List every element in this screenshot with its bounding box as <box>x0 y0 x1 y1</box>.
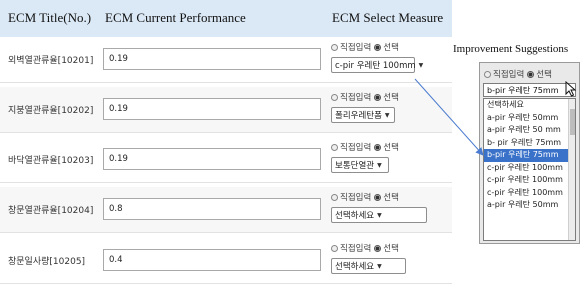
measure-select[interactable]: 폴리우레탄폼 ▼ <box>331 107 395 123</box>
measure-select[interactable]: 선택하세요 ▼ <box>331 258 406 274</box>
popup-radio-group: 직접입력 선택 <box>484 68 552 80</box>
row-divider <box>0 182 452 183</box>
ecm-title: 지붕열관류율[10202] <box>8 106 94 116</box>
dropdown-option[interactable]: 선택하세요 <box>484 99 575 112</box>
measure-select-value: 보통단열관 <box>335 161 375 171</box>
popup-select-box[interactable]: b-pir 우레탄 75mm <box>483 83 576 97</box>
scrollbar-thumb[interactable] <box>570 109 575 135</box>
radio-select-label: 선택 <box>383 193 399 203</box>
improvement-suggestions-title: Improvement Suggestions <box>453 43 569 55</box>
dropdown-option[interactable]: a-pir 우레탄 50mm <box>484 199 575 212</box>
chevron-down-icon: ▼ <box>384 111 390 119</box>
ecm-title: 외벽열관류율[10201] <box>8 56 94 66</box>
measure-radio-group: 직접입력 선택 <box>331 141 399 153</box>
current-performance-input[interactable] <box>103 98 321 120</box>
radio-direct-input[interactable] <box>331 143 338 151</box>
row-divider <box>0 232 452 233</box>
current-performance-input[interactable] <box>103 48 321 70</box>
radio-direct-input-label: 직접입력 <box>340 244 372 254</box>
chevron-down-icon: ▼ <box>377 211 382 219</box>
measure-radio-group: 직접입력 선택 <box>331 242 399 254</box>
header-ecm-select-measure: ECM Select Measure <box>332 10 444 25</box>
radio-select[interactable] <box>527 70 535 78</box>
radio-select[interactable] <box>374 43 382 51</box>
table-row: 창문열관류율[10204] 직접입력 선택 선택하세요 ▼ <box>0 187 452 233</box>
table-row: 외벽열관류율[10201] 직접입력 선택 c-pir 우레탄 100mm ▼ <box>0 37 452 83</box>
measure-radio-group: 직접입력 선택 <box>331 91 399 103</box>
dropdown-option[interactable]: b-pir 우레탄 75mm <box>484 149 575 162</box>
radio-direct-input[interactable] <box>331 193 338 201</box>
header-ecm-current-performance: ECM Current Performance <box>105 10 246 25</box>
measure-select[interactable]: 보통단열관 ▼ <box>331 157 389 173</box>
current-performance-input[interactable] <box>103 198 321 220</box>
table-row: 창문일사량[10205] 직접입력 선택 선택하세요 ▼ <box>0 238 452 284</box>
table-row: 바닥열관류율[10203] 직접입력 선택 보통단열관 ▼ <box>0 137 452 183</box>
measure-select[interactable]: c-pir 우레탄 100mm ▼ <box>331 57 423 73</box>
radio-select[interactable] <box>374 193 382 201</box>
row-divider <box>0 132 452 133</box>
radio-direct-input-label: 직접입력 <box>340 143 372 153</box>
chevron-down-icon: ▼ <box>418 61 424 69</box>
measure-select-value: 선택하세요 <box>335 262 375 272</box>
mouse-cursor-icon <box>565 81 577 97</box>
dropdown-option[interactable]: b- pir 우레탄 75mm <box>484 137 575 150</box>
radio-direct-input-label: 직접입력 <box>340 93 372 103</box>
chevron-down-icon: ▼ <box>377 262 382 270</box>
radio-select-label: 선택 <box>383 143 399 153</box>
radio-select-label: 선택 <box>383 43 399 53</box>
dropdown-option[interactable]: c-pir 우레탄 100mm <box>484 187 575 200</box>
dropdown-option[interactable]: c-pir 우레탄 100mm <box>484 174 575 187</box>
measure-radio-group: 직접입력 선택 <box>331 191 399 203</box>
header-ecm-title: ECM Title(No.) <box>8 10 92 25</box>
measure-select-value: 선택하세요 <box>335 211 375 221</box>
row-divider <box>0 82 452 83</box>
dropdown-options-list[interactable]: 선택하세요 a-pir 우레탄 50mm a-pir 우레탄 50 mm b- pir… <box>483 98 576 241</box>
measure-select[interactable]: 선택하세요 ▼ <box>331 207 427 223</box>
ecm-title: 창문열관류율[10204] <box>8 206 94 216</box>
row-divider <box>0 283 452 284</box>
measure-select-value: 폴리우레탄폼 <box>335 111 382 121</box>
radio-direct-input[interactable] <box>331 43 338 51</box>
measure-select-value: c-pir 우레탄 100mm <box>335 61 416 71</box>
dropdown-option[interactable]: a-pir 우레탄 50 mm <box>484 124 575 137</box>
table-header: ECM Title(No.) ECM Current Performance E… <box>0 0 452 37</box>
chevron-down-icon: ▼ <box>377 161 382 169</box>
radio-select-label: 선택 <box>536 70 552 80</box>
measure-radio-group: 직접입력 선택 <box>331 41 399 53</box>
radio-direct-input-label: 직접입력 <box>340 43 372 53</box>
radio-direct-input-label: 직접입력 <box>493 70 525 80</box>
radio-direct-input-label: 직접입력 <box>340 193 372 203</box>
radio-select[interactable] <box>374 143 382 151</box>
radio-select-label: 선택 <box>383 93 399 103</box>
radio-select[interactable] <box>374 244 382 252</box>
ecm-title: 창문일사량[10205] <box>8 257 86 267</box>
radio-direct-input[interactable] <box>484 70 491 78</box>
radio-select[interactable] <box>374 93 382 101</box>
radio-direct-input[interactable] <box>331 93 338 101</box>
dropdown-option[interactable]: c-pir 우레탄 100mm <box>484 162 575 175</box>
dropdown-scrollbar[interactable] <box>568 99 575 240</box>
radio-direct-input[interactable] <box>331 244 338 252</box>
dropdown-option[interactable]: a-pir 우레탄 50mm <box>484 112 575 125</box>
ecm-title: 바닥열관류율[10203] <box>8 156 94 166</box>
radio-select-label: 선택 <box>383 244 399 254</box>
current-performance-input[interactable] <box>103 249 321 271</box>
table-row: 지붕열관류율[10202] 직접입력 선택 폴리우레탄폼 ▼ <box>0 87 452 133</box>
current-performance-input[interactable] <box>103 148 321 170</box>
